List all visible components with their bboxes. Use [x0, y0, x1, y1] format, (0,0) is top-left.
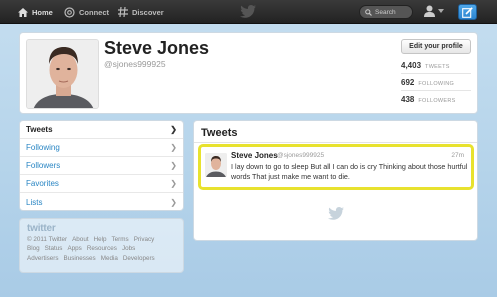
stat-divider — [401, 73, 471, 74]
stat-followers-value: 438 — [401, 95, 415, 104]
nav-discover-label: Discover — [132, 7, 164, 17]
tweets-heading: Tweets — [201, 127, 238, 139]
profile-name: Steve Jones — [104, 38, 210, 58]
stat-following[interactable]: 692 FOLLOWING — [401, 78, 454, 87]
footer-link-jobs[interactable]: Jobs — [122, 245, 135, 252]
nav-discover[interactable]: Discover — [118, 0, 164, 24]
stat-divider — [401, 90, 471, 91]
footer-link-developers[interactable]: Developers — [123, 255, 155, 262]
nav-connect-label: Connect — [79, 7, 109, 17]
footer-link-privacy[interactable]: Privacy — [134, 236, 155, 243]
nav-home[interactable]: Home — [18, 0, 53, 24]
chevron-right-icon: ❯ — [170, 161, 177, 170]
footer-link-businesses[interactable]: Businesses — [64, 255, 96, 262]
footer-link-apps[interactable]: Apps — [67, 245, 81, 252]
sidebar-item-followers[interactable]: Followers ❯ — [20, 157, 183, 175]
nav-connect[interactable]: Connect — [64, 0, 109, 24]
search-icon — [365, 8, 372, 16]
sidebar-item-tweets[interactable]: Tweets ❯ — [20, 121, 183, 139]
stat-following-value: 692 — [401, 78, 415, 87]
sidebar-item-label: Lists — [26, 197, 43, 207]
twitter-bird-icon[interactable] — [240, 5, 256, 20]
hashtag-icon — [118, 7, 128, 17]
footer-link-blog[interactable]: Blog — [27, 245, 40, 252]
stat-followers-label: FOLLOWERS — [418, 98, 456, 104]
twitter-logo: twitter — [27, 223, 56, 234]
compose-tweet-button[interactable] — [458, 4, 477, 20]
stat-followers[interactable]: 438 FOLLOWERS — [401, 95, 456, 104]
stat-tweets[interactable]: 4,403 TWEETS — [401, 61, 450, 70]
sidebar-item-favorites[interactable]: Favorites ❯ — [20, 175, 183, 193]
chevron-right-icon: ❯ — [170, 179, 177, 188]
sidebar-item-label: Following — [26, 143, 60, 152]
tweet-text: I lay down to go to sleep But all I can … — [231, 162, 468, 181]
sidebar-item-label: Tweets — [26, 125, 53, 134]
top-navigation-bar: Home Connect Discover Search — [0, 0, 497, 24]
copyright-text: © 2011 Twitter — [27, 235, 68, 243]
stat-following-label: FOLLOWING — [418, 81, 455, 87]
home-icon — [18, 7, 28, 17]
edit-profile-button[interactable]: Edit your profile — [401, 39, 471, 54]
footer-row: Advertisers Businesses Media Developers — [27, 254, 176, 264]
divider — [194, 142, 477, 143]
sidebar-item-lists[interactable]: Lists ❯ — [20, 193, 183, 210]
footer-link-about[interactable]: About — [72, 236, 88, 243]
footer-row: © 2011 Twitter About Help Terms Privacy — [27, 235, 176, 245]
stat-tweets-label: TWEETS — [425, 64, 450, 70]
at-sign-icon — [64, 6, 75, 18]
user-icon — [424, 5, 435, 17]
search-placeholder: Search — [375, 8, 396, 16]
chevron-right-icon: ❯ — [170, 197, 177, 207]
footer-link-resources[interactable]: Resources — [87, 245, 117, 252]
sidebar-item-label: Favorites — [26, 179, 59, 188]
profile-handle: @sjones999925 — [104, 59, 166, 69]
profile-sidebar-nav: Tweets ❯ Following ❯ Followers ❯ Favorit… — [19, 120, 184, 211]
footer-link-terms[interactable]: Terms — [112, 236, 129, 243]
user-menu-button[interactable] — [424, 5, 444, 17]
twitter-bird-icon — [328, 207, 344, 222]
site-footer: twitter © 2011 Twitter About Help Terms Priv… — [19, 218, 184, 273]
chevron-down-icon — [438, 9, 444, 13]
footer-link-help[interactable]: Help — [94, 236, 107, 243]
chevron-right-icon: ❯ — [170, 143, 177, 152]
tweet-timestamp[interactable]: 27m — [451, 152, 464, 159]
search-input[interactable]: Search — [359, 5, 413, 19]
profile-card: Steve Jones @sjones999925 Edit your prof… — [19, 32, 478, 114]
footer-link-media[interactable]: Media — [101, 255, 118, 262]
tweets-panel: Tweets Steve Jones @sjones999925 27m I l… — [193, 120, 478, 241]
stat-tweets-value: 4,403 — [401, 61, 422, 70]
compose-icon — [462, 6, 473, 18]
chevron-right-icon: ❯ — [170, 125, 177, 134]
nav-home-label: Home — [32, 7, 53, 17]
tweet-item[interactable]: Steve Jones @sjones999925 27m I lay down… — [198, 144, 474, 190]
profile-avatar[interactable] — [26, 39, 99, 109]
footer-link-status[interactable]: Status — [45, 245, 63, 252]
tweet-author-name[interactable]: Steve Jones — [231, 151, 278, 160]
tweet-avatar[interactable] — [205, 153, 227, 177]
sidebar-item-label: Followers — [26, 161, 61, 170]
footer-link-advertisers[interactable]: Advertisers — [27, 255, 59, 262]
footer-row: Blog Status Apps Resources Jobs — [27, 244, 176, 254]
tweet-author-handle[interactable]: @sjones999925 — [277, 152, 324, 159]
sidebar-item-following[interactable]: Following ❯ — [20, 139, 183, 157]
